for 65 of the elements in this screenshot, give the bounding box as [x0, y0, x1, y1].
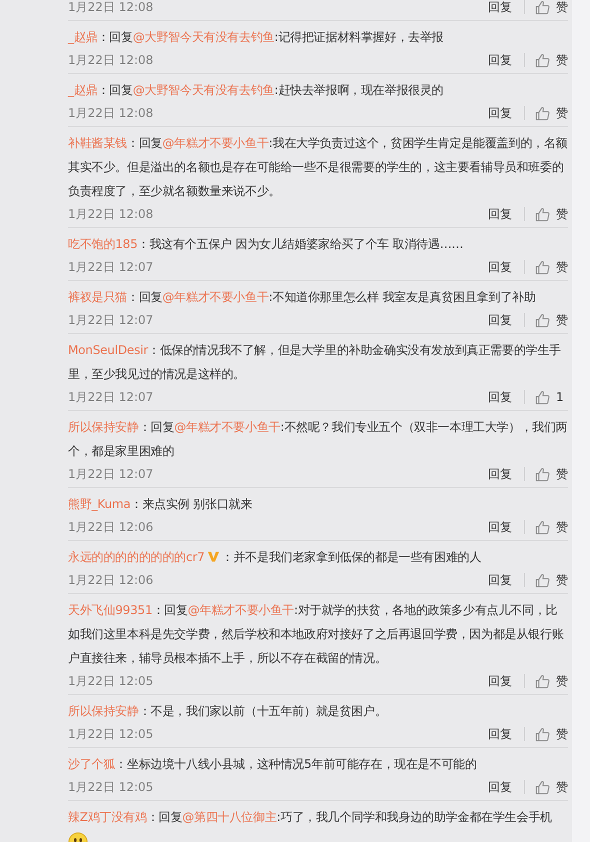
comment-time: 1月22日 12:05 — [68, 778, 154, 796]
like-link[interactable]: 赞 — [556, 206, 568, 222]
comment-text: 补鞋酱某钱：回复@年糕才不要小鱼干:我在大学负责过这个，贫困学生肯定是能覆盖到的，名额其实不少。但是溢出的名额也是存在可能给一些不是很需要的学生的，这主要看辅导员和班委的负责程度了，至少就名额数量来说不少。 — [68, 135, 568, 200]
comment-time: 1月22日 12:08 — [68, 0, 154, 16]
comment-text: 裤衩是只猫：回复@年糕才不要小鱼干:不知道你那里怎么样 我室友是真贫困且拿到了补助 — [68, 289, 537, 306]
like-link[interactable]: 赞 — [556, 778, 568, 796]
comment-time: 1月22日 12:06 — [68, 518, 154, 536]
comment-time: 1月22日 12:05 — [68, 726, 154, 742]
comment-text: 所以保持安静：回复@年糕才不要小鱼干:不然呢？我们专业五个（双非一本理工大学），我们两个，都是家里困难的 — [68, 419, 568, 460]
comment-text: 吃不饱的185：我这有个五保户 因为女儿结婚婆家给买了个车 取消待遇…… — [68, 236, 464, 253]
comment-text: 辣Z鸡丁没有鸡：回复@第四十八位御主:巧了，我几个同学和我身边的助学金都在学生会手机 — [68, 805, 568, 842]
thumbs-up-icon[interactable] — [535, 312, 550, 328]
like-link[interactable]: 赞 — [556, 572, 568, 588]
comment-time: 1月22日 12:05 — [68, 672, 154, 690]
comment-text: 永远的的的的的的的的cr7 ：并不是我们老家拿到低保的都是一些有困难的人 — [68, 549, 482, 566]
thumbs-up-icon[interactable] — [535, 0, 550, 14]
reply-link[interactable]: 回复 — [488, 388, 512, 406]
like-link[interactable]: 赞 — [556, 726, 568, 742]
comment-text: 天外飞仙99351：回复@年糕才不要小鱼干:对于就学的扶贫，各地的政策多少有点儿不同，比如我们这里本科是先交学费，然后学校和本地政府对接好了之后再退回学费，因为都是从银行账户直接往来，辅导员根本插不上手，所以不存在截留的情况。 — [68, 602, 565, 667]
reply-link[interactable]: 回复 — [488, 52, 512, 68]
comment-text: 沙了个狐：坐标边境十八线小县城，这种情况5年前可能存在，现在是不可能的 — [68, 756, 478, 773]
like-link[interactable]: 赞 — [556, 0, 568, 16]
like-link[interactable]: 赞 — [556, 258, 568, 276]
comment-text: _赵鼎：回复@大野智今天有没有去钓鱼:记得把证据材料掌握好，去举报 — [68, 29, 444, 46]
reply-link[interactable]: 回复 — [488, 312, 512, 328]
thumbs-up-icon[interactable] — [535, 106, 550, 120]
reply-link[interactable]: 回复 — [488, 778, 512, 796]
comment-text: 熊野_Kuma：来点实例 别张口就来 — [68, 496, 254, 513]
thumbs-up-icon[interactable] — [535, 52, 550, 68]
reply-link[interactable]: 回复 — [488, 206, 512, 222]
thumbs-up-icon[interactable] — [535, 520, 550, 534]
comment-time: 1月22日 12:07 — [68, 258, 154, 276]
like-link[interactable]: 赞 — [556, 52, 568, 68]
reply-link[interactable]: 回复 — [488, 572, 512, 588]
reply-link[interactable]: 回复 — [488, 466, 512, 482]
thumbs-up-icon[interactable] — [535, 260, 550, 274]
reply-link[interactable]: 回复 — [488, 672, 512, 690]
reply-link[interactable]: 回复 — [488, 0, 512, 16]
reply-link[interactable]: 回复 — [488, 518, 512, 536]
thumbs-up-icon[interactable] — [535, 674, 550, 688]
like-link[interactable]: 赞 — [556, 518, 568, 536]
reply-link[interactable]: 回复 — [488, 258, 512, 276]
like-link[interactable]: 赞 — [556, 104, 568, 122]
comment-time: 1月22日 12:08 — [68, 206, 154, 222]
comment-time: 1月22日 12:07 — [68, 466, 154, 482]
comment-time: 1月22日 12:07 — [68, 312, 154, 328]
thumbs-up-icon[interactable] — [535, 206, 550, 222]
like-link[interactable]: 赞 — [556, 466, 568, 482]
comment-time: 1月22日 12:08 — [68, 104, 154, 122]
thumbs-up-icon[interactable] — [535, 780, 550, 794]
like-link[interactable]: 1 — [556, 390, 568, 404]
comment-time: 1月22日 12:08 — [68, 52, 154, 68]
comment-time: 1月22日 12:06 — [68, 572, 154, 588]
thumbs-up-icon[interactable] — [535, 466, 550, 482]
comment-time: 1月22日 12:07 — [68, 388, 154, 406]
like-link[interactable]: 赞 — [556, 312, 568, 328]
thumbs-up-icon[interactable] — [535, 726, 550, 742]
thumbs-up-icon[interactable] — [535, 390, 550, 404]
reply-link[interactable]: 回复 — [488, 104, 512, 122]
comment-text: _赵鼎：回复@大野智今天有没有去钓鱼:赶快去举报啊，现在举报很灵的 — [68, 82, 444, 99]
comment-text: 所以保持安静：不是，我们家以前（十五年前）就是贫困户。 — [68, 703, 388, 720]
comment-text: MonSeulDesir：低保的情况我不了解，但是大学里的补助金确实没有发放到真正需要的学生手里，至少我见过的情况是这样的。 — [68, 342, 562, 383]
thumbs-up-icon[interactable] — [535, 572, 550, 588]
reply-link[interactable]: 回复 — [488, 726, 512, 742]
like-link[interactable]: 赞 — [556, 672, 568, 690]
